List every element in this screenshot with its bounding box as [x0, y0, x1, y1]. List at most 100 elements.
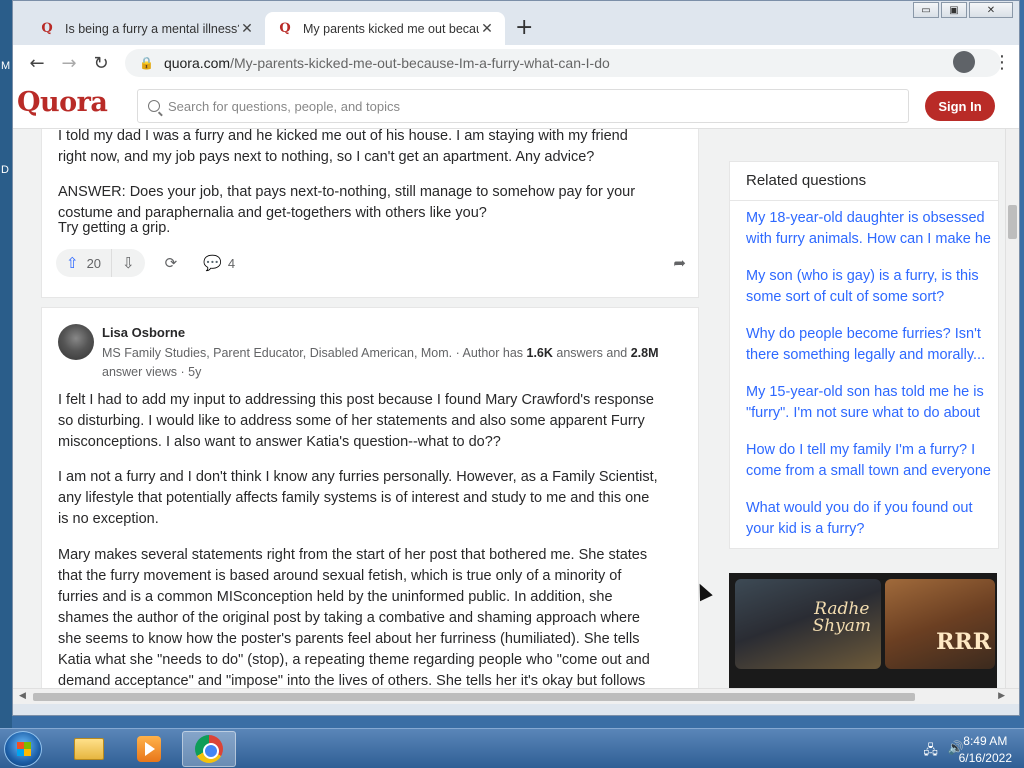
- reload-button[interactable]: ↻: [85, 53, 117, 74]
- avatar[interactable]: [58, 324, 94, 360]
- chrome-icon: [195, 735, 223, 763]
- url-path: /My-parents-kicked-me-out-because-Im-a-f…: [230, 55, 610, 71]
- clock[interactable]: 8:49 AM 6/16/2022: [959, 733, 1012, 767]
- tab-title: My parents kicked me out becau: [303, 21, 479, 36]
- start-button[interactable]: [4, 731, 42, 767]
- link-line: My 18-year-old daughter is obsessed: [746, 210, 985, 226]
- answer-closing: Try getting a grip.: [58, 220, 171, 236]
- scrollbar-thumb[interactable]: [1008, 205, 1017, 239]
- search-placeholder: Search for questions, people, and topics: [168, 98, 400, 114]
- link-line: come from a small town and everyone: [746, 463, 991, 479]
- related-question-link[interactable]: My 18-year-old daughter is obsessed with …: [746, 208, 998, 250]
- link-line: "furry". I'm not sure what to do about: [746, 405, 980, 421]
- forward-button[interactable]: →: [53, 53, 85, 74]
- tab-parents-kicked-out[interactable]: Q My parents kicked me out becau ✕: [265, 12, 505, 45]
- text-line: shames the author of the original post b…: [58, 610, 640, 626]
- ad-title: Radhe Shyam: [812, 599, 871, 636]
- tab-mental-illness[interactable]: Q Is being a furry a mental illness? ✕: [27, 12, 265, 45]
- author-name[interactable]: Lisa Osborne: [102, 325, 185, 340]
- tab-title: Is being a furry a mental illness?: [65, 21, 239, 36]
- related-question-link[interactable]: How do I tell my family I'm a furry? I co…: [746, 440, 998, 482]
- share-repost-button[interactable]: ⟳: [165, 254, 184, 272]
- new-tab-button[interactable]: +: [515, 15, 533, 40]
- related-question-link[interactable]: My son (who is gay) is a furry, is this s…: [746, 266, 998, 308]
- answer-card: Lisa Osborne MS Family Studies, Parent E…: [41, 307, 699, 688]
- text-line: any lifestyle that potentially affects f…: [58, 490, 650, 506]
- related-questions-panel: Related questions My 18-year-old daughte…: [729, 161, 999, 549]
- comment-count: 4: [227, 255, 236, 271]
- related-question-link[interactable]: What would you do if you found out your k…: [746, 498, 998, 540]
- link-line: My son (who is gay) is a furry, is this: [746, 268, 979, 284]
- related-question-link[interactable]: My 15-year-old son has told me he is "fur…: [746, 382, 998, 424]
- cred-text: answers and: [552, 346, 631, 360]
- vertical-scrollbar[interactable]: [1005, 81, 1019, 688]
- share-arrow-icon[interactable]: ➦: [673, 254, 686, 272]
- browser-window: ▭ ▣ ✕ Q Is being a furry a mental illnes…: [12, 0, 1024, 716]
- taskbar-chrome[interactable]: [182, 731, 236, 767]
- taskbar: 🖧 🔊 8:49 AM 6/16/2022: [0, 728, 1024, 768]
- advertisement[interactable]: Radhe Shyam RRR: [729, 573, 997, 688]
- text-line: Mary makes several statements right from…: [58, 547, 648, 563]
- text-line: misconceptions. I also want to answer Ka…: [58, 434, 501, 450]
- text-line: right now, and my job pays next to nothi…: [58, 149, 595, 165]
- text-line: she seems to know how the poster's paren…: [58, 631, 640, 647]
- upvote-button[interactable]: ⇧ 20: [56, 249, 113, 277]
- link-line: your kid is a furry?: [746, 521, 865, 537]
- horizontal-scrollbar[interactable]: ◀ ▶: [13, 688, 1019, 704]
- address-bar[interactable]: 🔒 quora.com/My-parents-kicked-me-out-bec…: [125, 49, 1024, 77]
- ad-tile-movie[interactable]: Radhe Shyam: [735, 579, 881, 669]
- answer-card: I told my dad I was a furry and he kicke…: [41, 111, 699, 298]
- profile-icon[interactable]: [953, 51, 975, 73]
- url-text[interactable]: quora.com/My-parents-kicked-me-out-becau…: [164, 55, 610, 71]
- clock-time: 8:49 AM: [963, 734, 1008, 748]
- tab-strip: Q Is being a furry a mental illness? ✕ Q…: [13, 9, 1019, 45]
- taskbar-explorer[interactable]: [62, 731, 116, 767]
- answer-paragraph: I felt I had to add my input to addressi…: [58, 390, 688, 453]
- upvote-count: 20: [86, 255, 102, 271]
- lock-icon[interactable]: 🔒: [139, 56, 154, 70]
- taskbar-media-player[interactable]: [122, 731, 176, 767]
- answer-quote: I told my dad I was a furry and he kicke…: [58, 126, 688, 168]
- quora-logo[interactable]: Quora: [17, 87, 108, 118]
- browser-toolbar: ← → ↻ 🔒 quora.com/My-parents-kicked-me-o…: [13, 45, 1024, 81]
- desktop-icon-label[interactable]: D: [1, 164, 9, 176]
- page-viewport: I told my dad I was a furry and he kicke…: [13, 81, 1019, 688]
- windows-logo-icon: [17, 742, 31, 756]
- link-line: there something legally and morally...: [746, 347, 986, 363]
- scroll-left-icon[interactable]: ◀: [19, 691, 26, 701]
- folder-icon: [74, 738, 104, 760]
- ad-tile-movie[interactable]: RRR: [885, 579, 995, 669]
- author-credentials: MS Family Studies, Parent Educator, Disa…: [102, 344, 682, 382]
- link-line: My 15-year-old son has told me he is: [746, 384, 984, 400]
- scroll-right-icon[interactable]: ▶: [998, 691, 1005, 701]
- search-input[interactable]: Search for questions, people, and topics: [137, 89, 909, 123]
- downvote-arrow-icon: ⇩: [122, 254, 135, 272]
- back-button[interactable]: ←: [21, 53, 53, 74]
- comments-button[interactable]: 💬 4: [203, 254, 235, 272]
- media-player-icon: [137, 736, 161, 762]
- text-line: I am not a furry and I don't think I kno…: [58, 469, 658, 485]
- scrollbar-thumb[interactable]: [33, 693, 915, 701]
- desktop-edge: M D: [0, 0, 12, 728]
- tab-close-icon[interactable]: ✕: [479, 21, 495, 37]
- comment-bubble-icon: 💬: [203, 254, 222, 272]
- quora-header: Quora Search for questions, people, and …: [13, 81, 1019, 129]
- cred-text: answer views · 5y: [102, 365, 202, 379]
- url-domain: quora.com: [163, 55, 231, 71]
- tab-close-icon[interactable]: ✕: [239, 21, 255, 37]
- search-icon: [148, 100, 160, 112]
- downvote-button[interactable]: ⇩: [112, 249, 145, 277]
- text-line: ANSWER: Does your job, that pays next-to…: [58, 184, 636, 200]
- text-line: Katia what she "needs to do" (stop), a r…: [58, 652, 650, 668]
- text-line: so disturbing. I would like to address s…: [58, 413, 645, 429]
- browser-menu-icon[interactable]: ⋮: [993, 52, 1011, 73]
- related-question-link[interactable]: Why do people become furries? Isn't there…: [746, 324, 998, 366]
- link-line: How do I tell my family I'm a furry? I: [746, 442, 976, 458]
- link-line: What would you do if you found out: [746, 500, 973, 516]
- sign-in-button[interactable]: Sign In: [925, 91, 995, 121]
- upvote-arrow-icon: ⇧: [66, 254, 79, 272]
- repost-icon: ⟳: [164, 254, 178, 272]
- link-line: Why do people become furries? Isn't: [746, 326, 981, 342]
- network-icon[interactable]: 🖧: [923, 741, 938, 763]
- desktop-icon-label[interactable]: M: [1, 60, 10, 72]
